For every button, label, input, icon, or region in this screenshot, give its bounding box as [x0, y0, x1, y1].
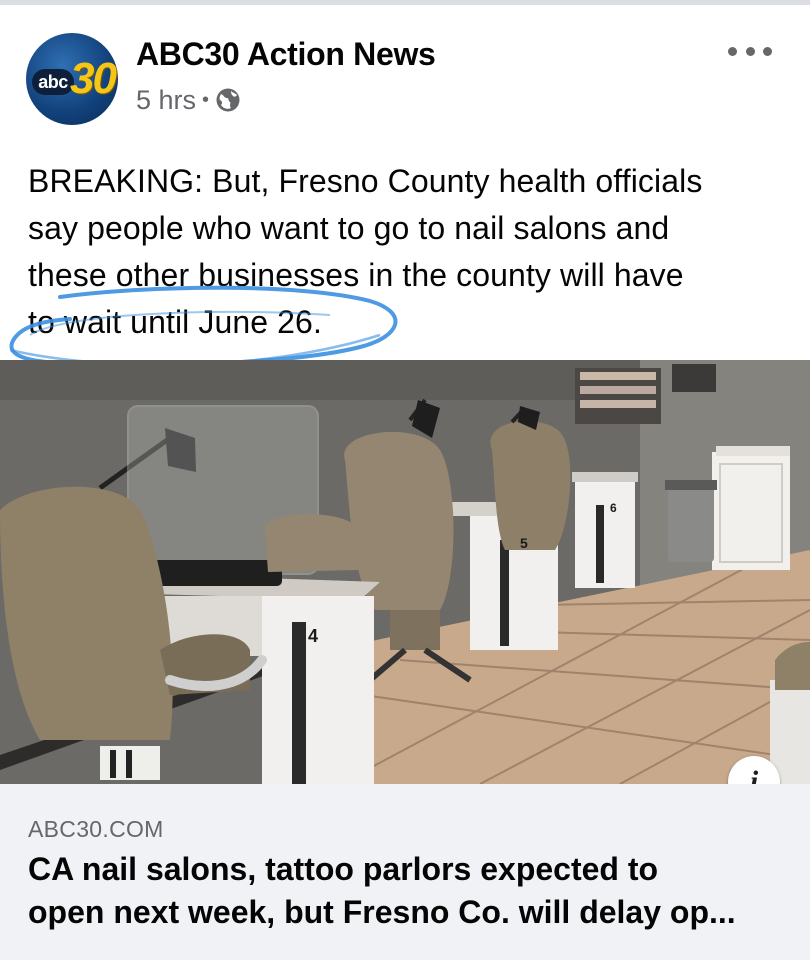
- post-timestamp[interactable]: 5 hrs: [136, 85, 196, 116]
- post-message: BREAKING: But, Fresno County health offi…: [28, 158, 788, 346]
- station-number: 6: [610, 501, 617, 515]
- link-preview-image[interactable]: 4 5 6: [0, 360, 810, 784]
- page-avatar[interactable]: abc 30: [26, 33, 118, 125]
- station-number: 5: [520, 535, 528, 551]
- post-header: abc 30 ABC30 Action News 5 hrs •: [0, 5, 810, 125]
- avatar-wordmark: abc: [32, 69, 74, 95]
- link-title-line: open next week, but Fresno Co. will dela…: [28, 894, 736, 930]
- post-text-line: these other businesses in the county wil…: [28, 257, 684, 293]
- more-horizontal-icon[interactable]: [728, 33, 772, 69]
- avatar-number: 30: [70, 54, 117, 103]
- link-title[interactable]: CA nail salons, tattoo parlors expected …: [28, 848, 798, 934]
- link-title-line: CA nail salons, tattoo parlors expected …: [28, 851, 659, 887]
- page-name-link[interactable]: ABC30 Action News: [136, 36, 436, 73]
- link-domain: ABC30.COM: [28, 816, 164, 842]
- post-text-line: BREAKING: But, Fresno County health offi…: [28, 163, 703, 199]
- post-text-line: to wait until June 26.: [28, 304, 322, 340]
- station-number: 4: [308, 626, 318, 646]
- post-text-line: say people who want to go to nail salons…: [28, 210, 670, 246]
- meta-separator: •: [202, 88, 210, 111]
- link-preview-card[interactable]: ABC30.COM CA nail salons, tattoo parlors…: [0, 784, 810, 960]
- post-meta: 5 hrs •: [136, 85, 241, 115]
- globe-icon[interactable]: [215, 87, 241, 113]
